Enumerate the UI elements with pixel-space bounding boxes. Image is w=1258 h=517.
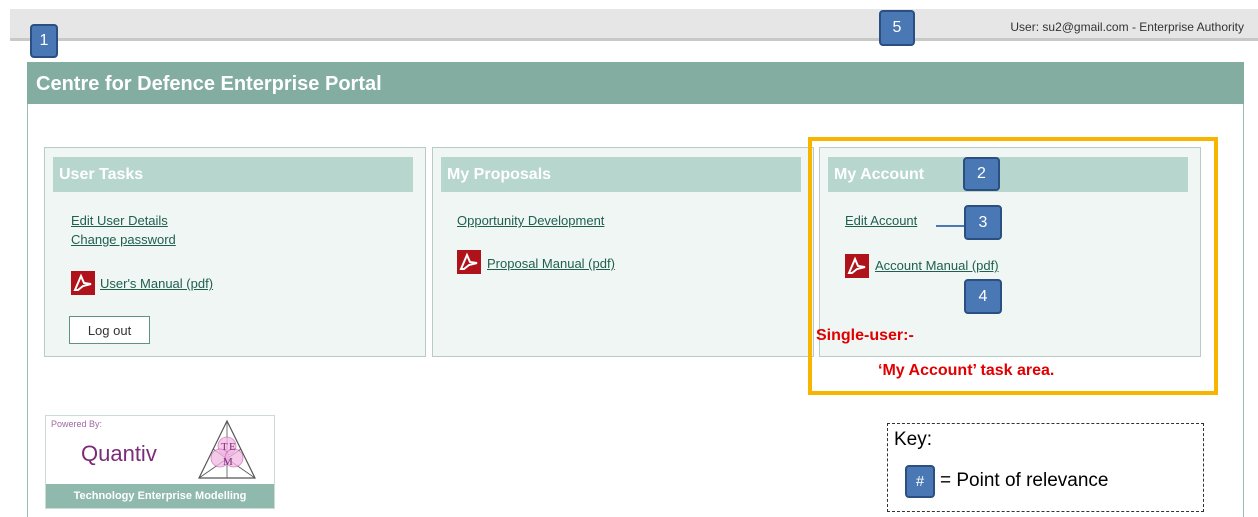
key-meaning: = Point of relevance bbox=[940, 470, 1109, 491]
portal-title: Centre for Defence Enterprise Portal bbox=[27, 62, 1244, 104]
powered-by-footer: Technology Enterprise Modelling bbox=[46, 484, 274, 508]
key-legend: Key: # = Point of relevance bbox=[887, 423, 1204, 512]
logo-letter-m: M bbox=[223, 456, 233, 468]
change-password-link[interactable]: Change password bbox=[71, 232, 176, 247]
opportunity-development-link[interactable]: Opportunity Development bbox=[457, 213, 604, 228]
my-proposals-heading: My Proposals bbox=[441, 157, 801, 192]
highlight-box bbox=[808, 137, 1218, 395]
user-tasks-panel: User Tasks Edit User Details Change pass… bbox=[44, 147, 426, 357]
callout-badge-4: 4 bbox=[964, 279, 1002, 314]
powered-by-logo: Powered By: Quantiv T E M Technology Ent… bbox=[45, 415, 275, 509]
callout-connector bbox=[936, 225, 966, 227]
tem-logo-icon: T E M bbox=[198, 419, 256, 479]
callout-badge-2: 2 bbox=[963, 157, 1000, 191]
users-manual-link[interactable]: User's Manual (pdf) bbox=[100, 276, 213, 291]
annotation-line-2: ‘My Account’ task area. bbox=[878, 362, 1055, 379]
key-badge: # bbox=[905, 465, 935, 498]
log-out-button[interactable]: Log out bbox=[69, 316, 150, 344]
user-tasks-heading: User Tasks bbox=[53, 157, 413, 192]
logo-letter-e: E bbox=[229, 441, 236, 453]
edit-user-details-link[interactable]: Edit User Details bbox=[71, 213, 168, 228]
callout-badge-3: 3 bbox=[964, 205, 1002, 240]
annotation-line-1: Single-user:- bbox=[816, 327, 914, 344]
logo-letter-t: T bbox=[221, 441, 228, 453]
pdf-icon bbox=[71, 271, 95, 295]
my-proposals-panel: My Proposals Opportunity Development Pro… bbox=[432, 147, 814, 357]
proposal-manual-link[interactable]: Proposal Manual (pdf) bbox=[487, 256, 615, 271]
callout-badge-5: 5 bbox=[879, 10, 915, 46]
callout-badge-1: 1 bbox=[30, 24, 58, 58]
powered-by-label: Powered By: bbox=[51, 419, 103, 429]
key-title: Key: bbox=[894, 429, 933, 450]
pdf-icon bbox=[457, 250, 481, 274]
user-info: User: su2@gmail.com - Enterprise Authori… bbox=[1010, 20, 1244, 34]
quantiv-brand: Quantiv bbox=[81, 441, 157, 466]
